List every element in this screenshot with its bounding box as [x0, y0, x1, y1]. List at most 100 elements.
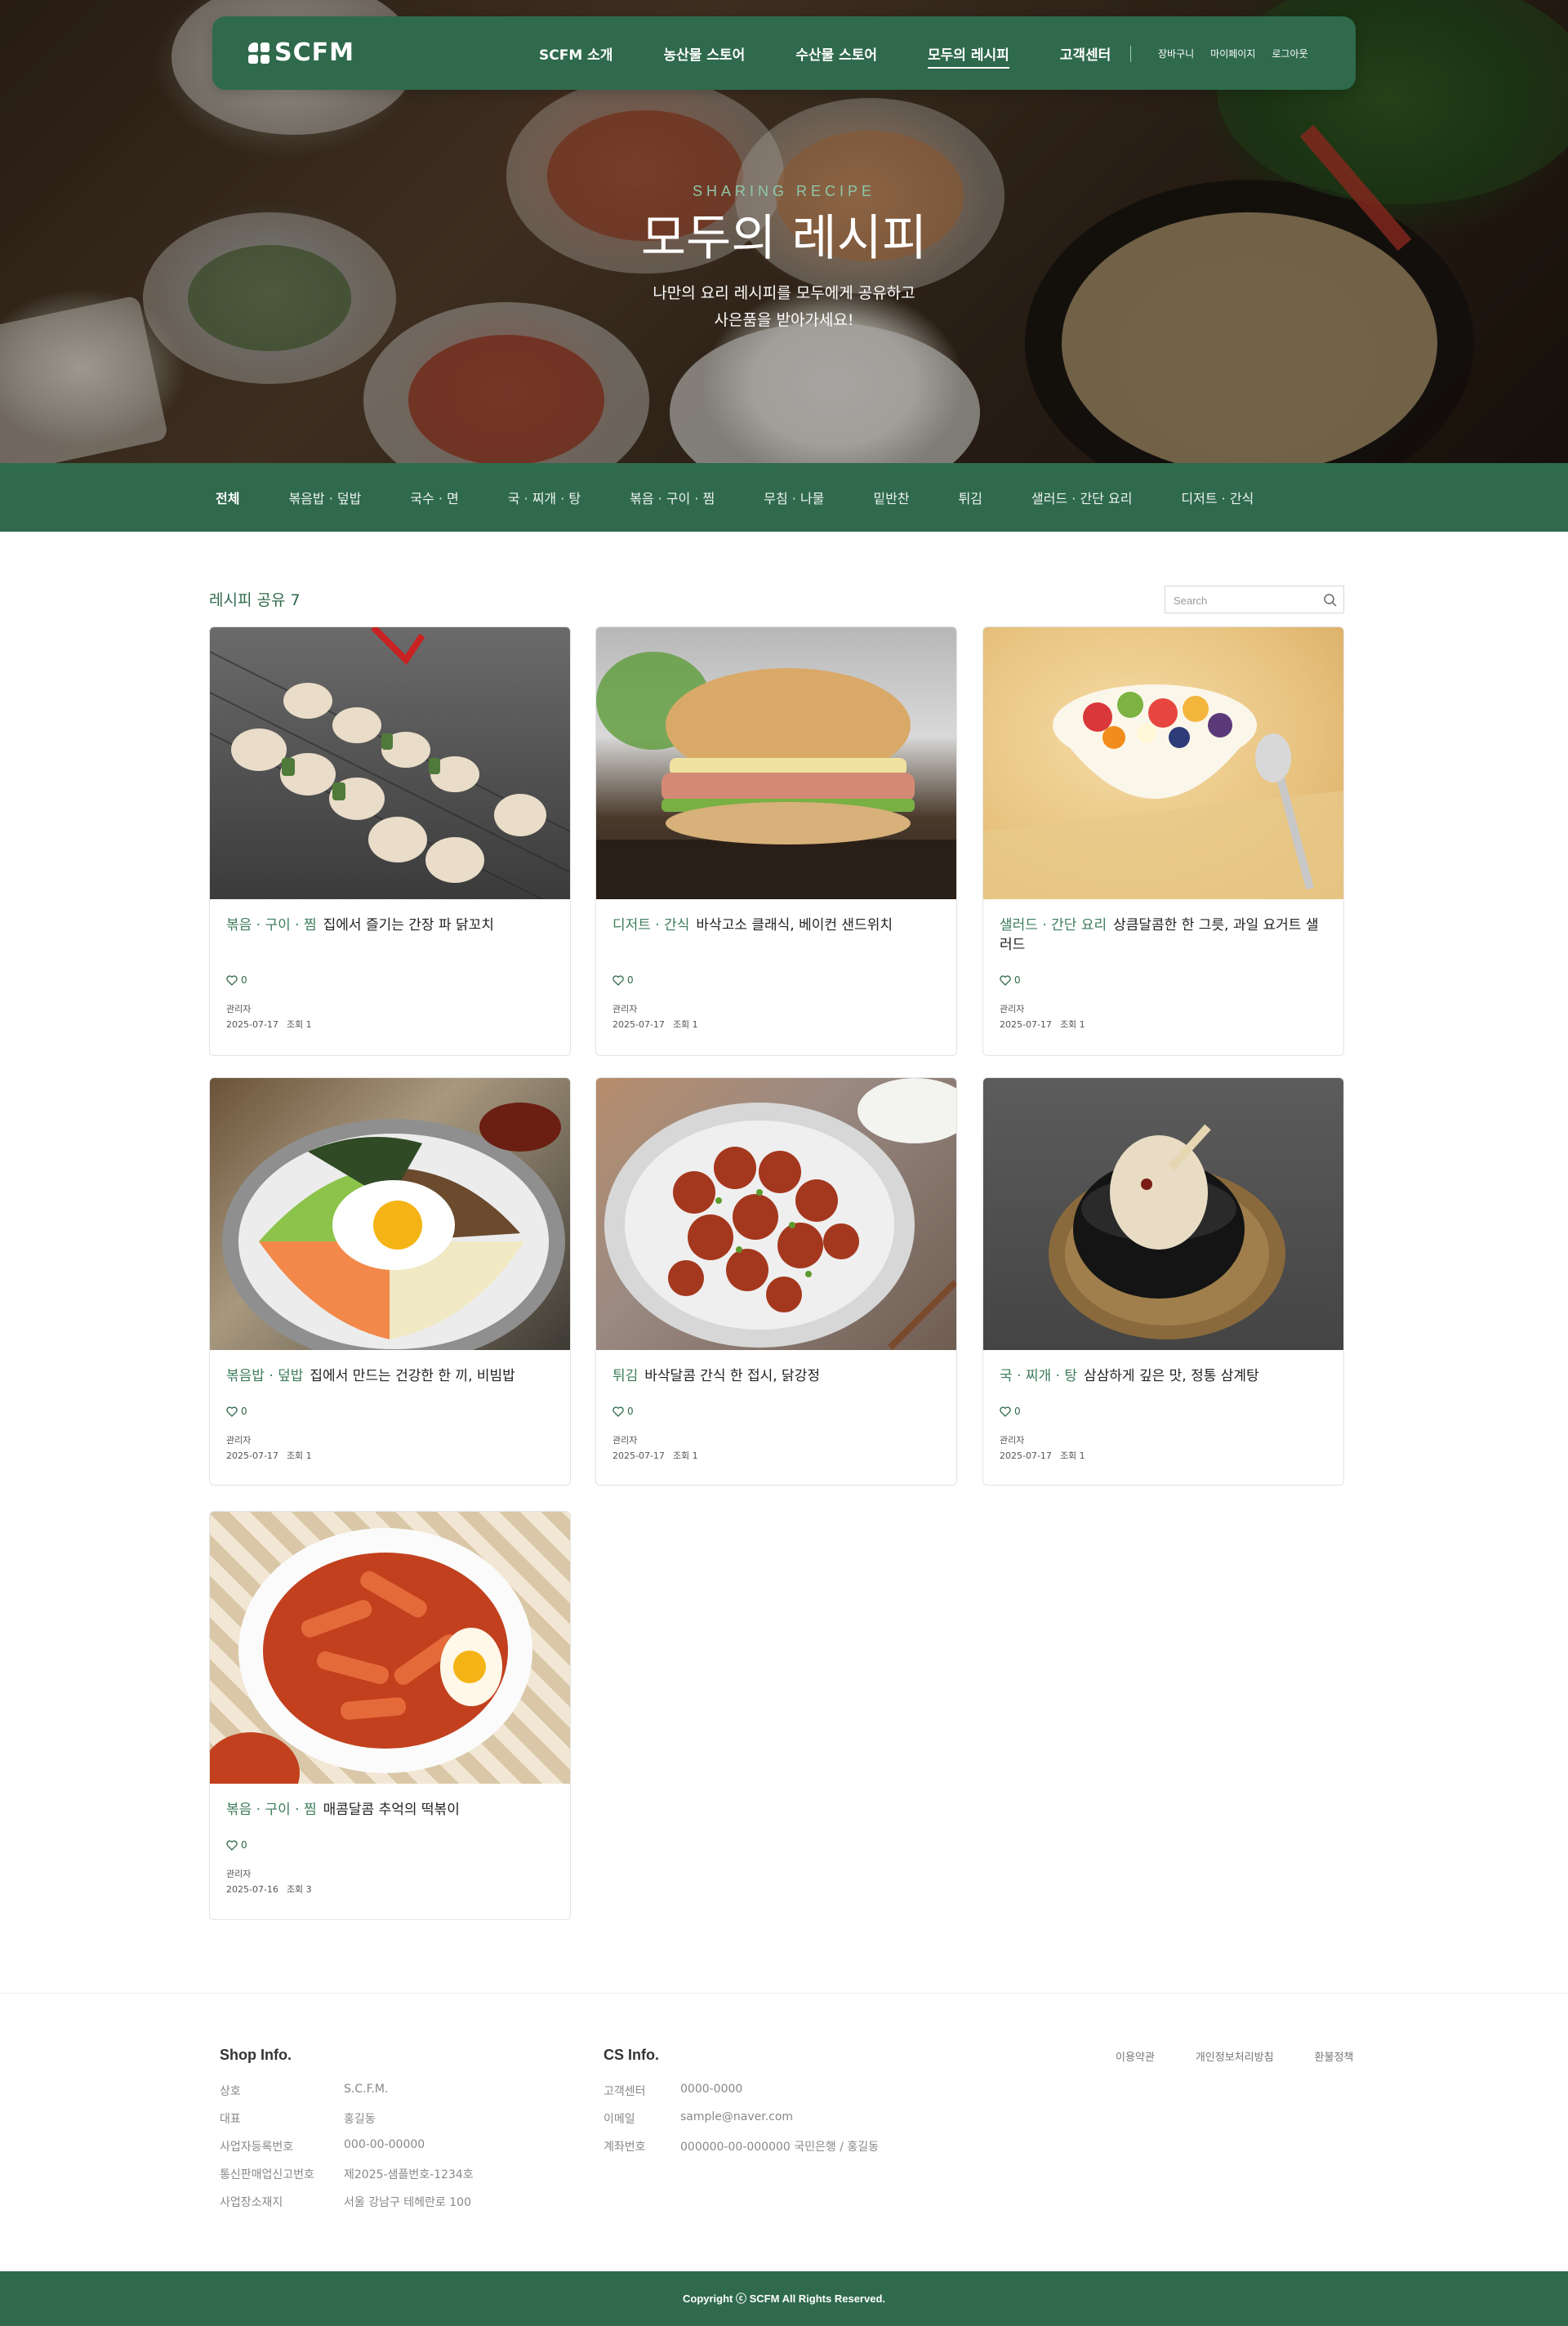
like-button[interactable]: 0	[1000, 1406, 1327, 1417]
recipe-date: 2025-07-17	[1000, 1019, 1052, 1030]
heart-icon	[612, 1406, 624, 1417]
category-tab-side[interactable]: 밑반찬	[873, 488, 909, 507]
like-button[interactable]: 0	[226, 974, 554, 986]
recipe-category: 샐러드 · 간단 요리	[1000, 917, 1107, 934]
menu-item-about[interactable]: SCFM 소개	[539, 38, 612, 69]
category-tab-stirfry[interactable]: 볶음 · 구이 · 찜	[630, 488, 715, 507]
shop-info-row: 대표 홍길동	[220, 2110, 376, 2127]
logo[interactable]: SCFM	[248, 41, 354, 65]
like-button[interactable]: 0	[226, 1839, 554, 1851]
recipe-title[interactable]: 튀김 바삭달콤 간식 한 접시, 닭강정	[612, 1366, 940, 1386]
recipe-author: 관리자	[226, 1435, 252, 1446]
recipe-date: 2025-07-17	[226, 1450, 278, 1461]
recipe-image-fruit-yogurt[interactable]	[983, 627, 1343, 899]
tteokbokki-illustration	[210, 1528, 532, 1784]
cs-info-key: 이메일	[604, 2113, 635, 2126]
recipe-meta: 2025-07-17 조회 1	[612, 1449, 940, 1462]
samgyetang-illustration	[1049, 1124, 1285, 1339]
terms-link[interactable]: 이용약관	[1116, 2048, 1155, 2064]
category-tab-rice[interactable]: 볶음밥 · 덮밥	[288, 488, 361, 507]
category-tab-salad[interactable]: 샐러드 · 간단 요리	[1031, 488, 1132, 507]
like-count: 0	[241, 1839, 247, 1851]
chicken-skewers-illustration	[210, 627, 570, 899]
like-button[interactable]: 0	[1000, 974, 1327, 986]
recipe-card[interactable]: 튀김 바삭달콤 간식 한 접시, 닭강정 0 관리자 2025-07-17 조회 1	[595, 1077, 957, 1486]
category-tab-namul[interactable]: 무침 · 나물	[764, 488, 824, 507]
category-tab-soup[interactable]: 국 · 찌개 · 탕	[508, 488, 581, 507]
like-button[interactable]: 0	[226, 1406, 554, 1417]
recipe-title-text: 삼삼하게 깊은 맛, 정통 삼계탕	[1083, 1368, 1259, 1384]
recipe-image-chicken-skewers[interactable]	[210, 627, 570, 899]
refund-link[interactable]: 환불정책	[1315, 2048, 1354, 2064]
category-tab-noodle[interactable]: 국수 · 면	[410, 488, 458, 507]
recipe-card[interactable]: 볶음 · 구이 · 찜 집에서 즐기는 간장 파 닭꼬치 0 관리자 2025-0…	[209, 626, 571, 1056]
hero-desc-line2: 사은품을 받아가세요!	[714, 311, 854, 329]
heart-icon	[226, 1406, 238, 1417]
cs-info-key: 고객센터	[604, 2085, 646, 2098]
recipe-image-bibimbap[interactable]	[210, 1078, 570, 1350]
recipe-title-text: 집에서 즐기는 간장 파 닭꼬치	[323, 917, 494, 934]
menu-item-recipes[interactable]: 모두의 레시피	[927, 38, 1009, 69]
recipe-card[interactable]: 샐러드 · 간단 요리 상큼달콤한 한 그릇, 과일 요거트 샐러드 0 관리자 …	[982, 626, 1344, 1056]
recipe-title[interactable]: 볶음 · 구이 · 찜 집에서 즐기는 간장 파 닭꼬치	[226, 916, 554, 955]
cs-info-row: 고객센터 0000-0000	[604, 2083, 742, 2099]
recipe-title[interactable]: 디저트 · 간식 바삭고소 클래식, 베이컨 샌드위치	[612, 916, 940, 955]
mypage-link[interactable]: 마이페이지	[1210, 47, 1255, 60]
recipe-views: 조회 1	[286, 1450, 312, 1461]
cs-info-key: 계좌번호	[604, 2141, 646, 2154]
menu-item-agri-store[interactable]: 농산물 스토어	[663, 38, 745, 69]
shop-info-key: 사업장소재지	[220, 2196, 283, 2209]
recipe-category: 볶음 · 구이 · 찜	[226, 1802, 317, 1818]
like-count: 0	[627, 974, 634, 986]
recipe-image-samgyetang[interactable]	[983, 1078, 1343, 1350]
recipe-title-text: 매콤달콤 추억의 떡볶이	[323, 1802, 460, 1818]
recipe-title[interactable]: 볶음 · 구이 · 찜 매콤달콤 추억의 떡볶이	[226, 1800, 554, 1820]
logout-link[interactable]: 로그아웃	[1272, 47, 1307, 60]
cart-link[interactable]: 장바구니	[1158, 47, 1194, 60]
shop-info-key: 통신판매업신고번호	[220, 2168, 314, 2181]
recipe-date: 2025-07-17	[226, 1019, 278, 1030]
like-count: 0	[627, 1406, 634, 1417]
recipe-title[interactable]: 볶음밥 · 덮밥 집에서 만드는 건강한 한 끼, 비빔밥	[226, 1366, 554, 1386]
like-count: 0	[1014, 974, 1021, 986]
privacy-link[interactable]: 개인정보처리방침	[1196, 2048, 1274, 2064]
menu-item-cs-center[interactable]: 고객센터	[1060, 38, 1111, 69]
recipe-card[interactable]: 볶음밥 · 덮밥 집에서 만드는 건강한 한 끼, 비빔밥 0 관리자 2025-…	[209, 1077, 571, 1486]
shop-info-key: 상호	[220, 2085, 241, 2098]
shop-info-row: 사업자등록번호 000-00-00000	[220, 2138, 425, 2154]
recipe-image-dakgangjeong[interactable]	[596, 1078, 956, 1350]
search-box	[1165, 586, 1344, 613]
recipe-card[interactable]: 국 · 찌개 · 탕 삼삼하게 깊은 맛, 정통 삼계탕 0 관리자 2025-0…	[982, 1077, 1344, 1486]
recipe-title[interactable]: 샐러드 · 간단 요리 상큼달콤한 한 그릇, 과일 요거트 샐러드	[1000, 916, 1327, 955]
category-tab-fried[interactable]: 튀김	[959, 488, 982, 507]
search-input[interactable]	[1174, 592, 1312, 608]
recipe-title[interactable]: 국 · 찌개 · 탕 삼삼하게 깊은 맛, 정통 삼계탕	[1000, 1366, 1327, 1386]
hero-desc-line1: 나만의 요리 레시피를 모두에게 공유하고	[653, 284, 915, 302]
page-title: 모두의 레시피	[640, 210, 928, 267]
like-button[interactable]: 0	[612, 1406, 940, 1417]
dakgangjeong-illustration	[604, 1078, 956, 1350]
category-tab-all[interactable]: 전체	[216, 488, 239, 507]
heart-icon	[612, 974, 624, 986]
recipe-author: 관리자	[612, 1435, 638, 1446]
copyright-bar: Copyright ⓒ SCFM All Rights Reserved.	[0, 2271, 1568, 2326]
recipe-card[interactable]: 볶음 · 구이 · 찜 매콤달콤 추억의 떡볶이 0 관리자 2025-07-16…	[209, 1511, 571, 1920]
recipe-category: 튀김	[612, 1368, 639, 1384]
category-tab-dessert[interactable]: 디저트 · 간식	[1181, 488, 1254, 507]
footer-links: 이용약관 개인정보처리방침 환불정책	[1116, 2048, 1353, 2064]
recipe-card[interactable]: 디저트 · 간식 바삭고소 클래식, 베이컨 샌드위치 0 관리자 2025-07…	[595, 626, 957, 1056]
shop-info-key: 사업자등록번호	[220, 2141, 294, 2154]
like-button[interactable]: 0	[612, 974, 940, 986]
recipe-category: 국 · 찌개 · 탕	[1000, 1368, 1077, 1384]
recipe-meta: 2025-07-17 조회 1	[1000, 1018, 1327, 1031]
recipe-image-bacon-sandwich[interactable]	[596, 627, 956, 899]
recipe-date: 2025-07-17	[1000, 1450, 1052, 1461]
heart-icon	[1000, 974, 1011, 986]
recipe-meta: 2025-07-17 조회 1	[226, 1449, 554, 1462]
category-tabs: 전체 볶음밥 · 덮밥 국수 · 면 국 · 찌개 · 탕 볶음 · 구이 · …	[216, 463, 1303, 532]
recipe-image-tteokbokki[interactable]	[210, 1512, 570, 1784]
recipe-count-title: 레시피 공유 7	[209, 591, 301, 609]
menu-item-seafood-store[interactable]: 수산물 스토어	[795, 38, 877, 69]
search-button[interactable]	[1322, 592, 1339, 608]
bibimbap-illustration	[222, 1103, 565, 1350]
